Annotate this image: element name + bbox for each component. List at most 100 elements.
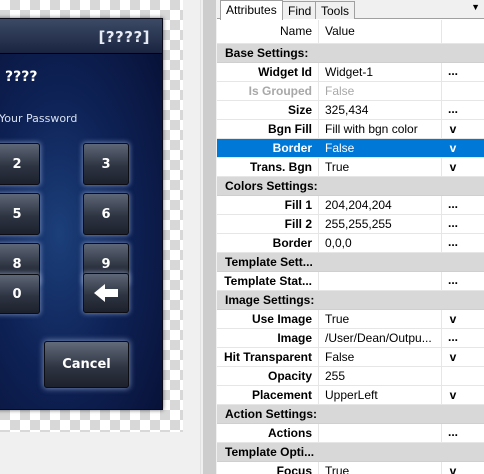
property-row[interactable]: Use Image True v bbox=[217, 310, 484, 329]
dropdown-button[interactable]: v bbox=[443, 310, 463, 328]
property-row[interactable]: Border False v bbox=[217, 139, 484, 158]
name-column-header: Name bbox=[217, 20, 319, 43]
scrollbar-thumb[interactable] bbox=[203, 0, 216, 474]
tab-tools[interactable]: Tools bbox=[315, 1, 356, 19]
property-value[interactable]: /User/Dean/Outpu... bbox=[320, 329, 442, 347]
category-label: Image Settings: bbox=[225, 293, 315, 307]
property-name: Focus bbox=[217, 462, 319, 474]
category-label: Base Settings: bbox=[225, 46, 309, 60]
property-value[interactable]: False bbox=[320, 139, 442, 157]
property-name: Widget Id bbox=[217, 63, 319, 81]
property-value[interactable]: True bbox=[320, 310, 442, 328]
property-name: Fill 2 bbox=[217, 215, 319, 233]
backspace-key[interactable] bbox=[83, 273, 129, 313]
dropdown-triangle-icon[interactable]: ▼ bbox=[471, 2, 480, 12]
property-name: Hit Transparent bbox=[217, 348, 319, 366]
dropdown-button[interactable]: v bbox=[443, 348, 463, 366]
ellipsis-button[interactable]: ... bbox=[443, 196, 463, 214]
property-value[interactable] bbox=[320, 424, 442, 442]
category-row[interactable]: Image Settings: bbox=[217, 291, 484, 310]
property-value[interactable]: True bbox=[320, 462, 442, 474]
property-value[interactable]: False bbox=[320, 348, 442, 366]
password-prompt: Your Password bbox=[0, 112, 78, 125]
property-value[interactable]: Fill with bgn color bbox=[320, 120, 442, 138]
device-heading: ???? bbox=[5, 69, 38, 85]
key-2[interactable]: 2 bbox=[0, 143, 40, 185]
vertical-scrollbar[interactable] bbox=[200, 0, 217, 474]
dropdown-button[interactable]: v bbox=[443, 462, 463, 474]
dropdown-button[interactable]: v bbox=[443, 120, 463, 138]
property-value[interactable]: UpperLeft bbox=[320, 386, 442, 404]
ellipsis-button[interactable]: ... bbox=[443, 63, 463, 81]
dropdown-button[interactable]: v bbox=[443, 139, 463, 157]
property-value[interactable]: Widget-1 bbox=[320, 63, 442, 81]
property-row[interactable]: Size 325,434... bbox=[217, 101, 484, 120]
property-name: Trans. Bgn bbox=[217, 158, 319, 176]
property-value[interactable] bbox=[320, 272, 442, 290]
device-titlebar: [????] bbox=[0, 19, 162, 54]
property-name: Bgn Fill bbox=[217, 120, 319, 138]
property-row[interactable]: Template Stat...... bbox=[217, 272, 484, 291]
property-row[interactable]: Widget Id Widget-1... bbox=[217, 63, 484, 82]
property-name: Actions bbox=[217, 424, 319, 442]
ellipsis-button[interactable]: ... bbox=[443, 234, 463, 252]
property-name: Border bbox=[217, 234, 319, 252]
canvas-margin bbox=[0, 432, 183, 474]
grid-header: Name Value bbox=[217, 20, 484, 44]
ellipsis-button[interactable]: ... bbox=[443, 424, 463, 442]
tab-find[interactable]: Find bbox=[282, 1, 318, 19]
property-name: Use Image bbox=[217, 310, 319, 328]
property-name: Placement bbox=[217, 386, 319, 404]
ellipsis-button[interactable]: ... bbox=[443, 272, 463, 290]
property-value[interactable]: 325,434 bbox=[320, 101, 442, 119]
key-5[interactable]: 5 bbox=[0, 193, 40, 235]
category-row[interactable]: Template Opti... bbox=[217, 443, 484, 462]
property-name: Border bbox=[217, 139, 319, 157]
cancel-button[interactable]: Cancel bbox=[44, 341, 129, 388]
ellipsis-button[interactable]: ... bbox=[443, 329, 463, 347]
property-row[interactable]: Actions... bbox=[217, 424, 484, 443]
property-value[interactable]: 0,0,0 bbox=[320, 234, 442, 252]
design-canvas[interactable]: [????] ???? Your Password 2 3 5 6 8 9 0 … bbox=[0, 0, 183, 432]
property-row[interactable]: Placement UpperLeft v bbox=[217, 386, 484, 405]
property-row[interactable]: Focus True v bbox=[217, 462, 484, 474]
property-row[interactable]: Border 0,0,0... bbox=[217, 234, 484, 253]
property-name: Fill 1 bbox=[217, 196, 319, 214]
ellipsis-button[interactable]: ... bbox=[443, 101, 463, 119]
properties-panel: Attributes Find Tools ▼ Name Value Base … bbox=[217, 0, 484, 474]
property-value[interactable]: 255,255,255 bbox=[320, 215, 442, 233]
property-name: Opacity bbox=[217, 367, 319, 385]
key-0[interactable]: 0 bbox=[0, 274, 40, 314]
device-title: [????] bbox=[98, 28, 150, 46]
device-preview[interactable]: [????] ???? Your Password 2 3 5 6 8 9 0 … bbox=[0, 18, 163, 410]
property-row[interactable]: Trans. Bgn True v bbox=[217, 158, 484, 177]
property-row[interactable]: Hit Transparent False v bbox=[217, 348, 484, 367]
property-value[interactable]: 204,204,204 bbox=[320, 196, 442, 214]
dropdown-button[interactable]: v bbox=[443, 158, 463, 176]
panel-tabbar: Attributes Find Tools ▼ bbox=[217, 0, 484, 20]
ellipsis-button[interactable]: ... bbox=[443, 215, 463, 233]
property-name: Size bbox=[217, 101, 319, 119]
value-column-header: Value bbox=[320, 20, 442, 43]
property-name: Template Stat... bbox=[217, 272, 319, 290]
dropdown-button[interactable]: v bbox=[443, 386, 463, 404]
property-value[interactable]: True bbox=[320, 158, 442, 176]
key-6[interactable]: 6 bbox=[83, 193, 129, 235]
category-row[interactable]: Colors Settings: bbox=[217, 177, 484, 196]
category-row[interactable]: Template Sett... bbox=[217, 253, 484, 272]
property-row[interactable]: Image/User/Dean/Outpu...... bbox=[217, 329, 484, 348]
property-value[interactable]: 255 bbox=[320, 367, 442, 385]
key-3[interactable]: 3 bbox=[83, 143, 129, 185]
tab-attributes[interactable]: Attributes bbox=[220, 0, 283, 20]
property-row[interactable]: Fill 2 255,255,255... bbox=[217, 215, 484, 234]
property-row[interactable]: Is Grouped False bbox=[217, 82, 484, 101]
property-row[interactable]: Fill 1 204,204,204... bbox=[217, 196, 484, 215]
category-row[interactable]: Base Settings: bbox=[217, 44, 484, 63]
category-row[interactable]: Action Settings: bbox=[217, 405, 484, 424]
property-value[interactable]: False bbox=[320, 82, 442, 100]
category-label: Action Settings: bbox=[225, 407, 317, 421]
property-row[interactable]: Bgn Fill Fill with bgn color v bbox=[217, 120, 484, 139]
property-row[interactable]: Opacity 255 bbox=[217, 367, 484, 386]
category-label: Colors Settings: bbox=[225, 179, 318, 193]
property-name: Image bbox=[217, 329, 319, 347]
